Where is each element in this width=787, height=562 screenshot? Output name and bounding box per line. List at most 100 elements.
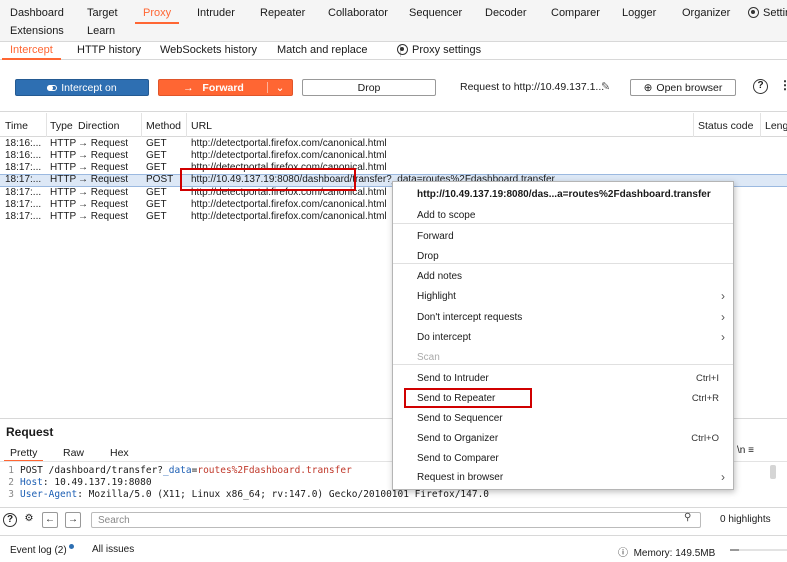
nav-tab-collaborator[interactable]: Collaborator xyxy=(328,7,388,19)
subtab-http-history[interactable]: HTTP history xyxy=(77,44,141,56)
open-browser-label: Open browser xyxy=(656,81,723,94)
subtab-intercept[interactable]: Intercept xyxy=(2,44,61,60)
nav-tab-learn[interactable]: Learn xyxy=(87,25,115,37)
forward-button[interactable]: → Forward ⌄ xyxy=(158,79,293,96)
intercept-toggle-button[interactable]: Intercept on xyxy=(15,79,149,96)
highlights-count: 0 highlights xyxy=(720,514,771,525)
cell-time: 18:16:... xyxy=(5,150,42,161)
arrow-right-icon: → xyxy=(183,81,194,94)
help-icon[interactable]: ? xyxy=(753,79,768,94)
header-length[interactable]: Length xyxy=(765,120,787,132)
request-line-3: 3 User-Agent: Mozilla/5.0 (X11; Linux x86… xyxy=(0,489,489,501)
drop-button[interactable]: Drop xyxy=(302,79,436,96)
editor-options-icons[interactable]: \n ≡ xyxy=(737,445,754,456)
header-key: Host xyxy=(20,477,43,488)
nav-tab-dashboard[interactable]: Dashboard xyxy=(10,7,64,19)
pencil-icon[interactable]: ✎ xyxy=(601,80,610,93)
header-direction[interactable]: Direction xyxy=(78,120,119,132)
cell-type: HTTP xyxy=(50,174,77,185)
menu-item-do-intercept[interactable]: Do intercept › xyxy=(393,328,733,348)
cell-type: HTTP xyxy=(50,138,77,149)
cell-direction: → Request xyxy=(78,138,129,149)
nav-tab-comparer[interactable]: Comparer xyxy=(551,7,600,19)
header-type[interactable]: Type xyxy=(50,120,73,132)
gear-icon xyxy=(748,7,759,18)
chevron-down-icon[interactable]: ⌄ xyxy=(268,82,292,94)
header-method[interactable]: Method xyxy=(146,120,181,132)
menu-item-highlight[interactable]: Highlight › xyxy=(393,287,733,307)
header-url[interactable]: URL xyxy=(191,120,212,132)
nav-tab-settings[interactable]: Settings xyxy=(748,7,787,19)
table-row[interactable]: 18:16:... HTTP → Request GET http://detectpo… xyxy=(0,138,787,150)
menu-item-request-in-browser[interactable]: Request in browser › xyxy=(393,468,733,488)
open-browser-button[interactable]: ⊕ Open browser xyxy=(630,79,736,96)
nav-tab-settings-label: Settings xyxy=(763,7,787,19)
menu-item-send-to-sequencer[interactable]: Send to Sequencer xyxy=(393,409,733,429)
menu-item-shortcut: Ctrl+R xyxy=(691,393,719,404)
all-issues-link[interactable]: All issues xyxy=(92,544,134,555)
query-param-value: routes%2Fdashboard.transfer xyxy=(197,465,352,476)
table-row[interactable]: 18:16:... HTTP → Request GET http://detectpo… xyxy=(0,150,787,162)
cell-method: GET xyxy=(146,138,167,149)
nav-tab-proxy[interactable]: Proxy xyxy=(134,7,180,24)
event-log-link[interactable]: Event log (2) xyxy=(10,544,74,556)
forward-label: Forward xyxy=(202,81,244,94)
menu-item-label: Don't intercept requests xyxy=(417,312,523,323)
search-input[interactable]: Search xyxy=(91,512,701,528)
cell-time: 18:17:... xyxy=(5,162,42,173)
editor-scrollbar[interactable] xyxy=(770,465,776,479)
cell-method: POST xyxy=(146,174,174,185)
nav-tab-target[interactable]: Target xyxy=(87,7,118,19)
tab-raw[interactable]: Raw xyxy=(63,447,84,459)
header-time[interactable]: Time xyxy=(5,120,28,132)
nav-tab-sequencer[interactable]: Sequencer xyxy=(409,7,462,19)
menu-item-forward[interactable]: Forward xyxy=(393,227,733,247)
cell-direction: → Request xyxy=(78,162,129,173)
event-log-label: Event log (2) xyxy=(10,545,67,556)
nav-tab-decoder[interactable]: Decoder xyxy=(485,7,527,19)
help-icon[interactable]: ? xyxy=(3,513,17,527)
nav-tab-logger[interactable]: Logger xyxy=(622,7,656,19)
nav-row-secondary: Extensions Learn xyxy=(0,24,787,42)
cell-time: 18:17:... xyxy=(5,174,42,185)
menu-item-add-to-scope[interactable]: Add to scope xyxy=(393,206,733,226)
nav-tab-extensions[interactable]: Extensions xyxy=(10,25,64,37)
cell-method: GET xyxy=(146,211,167,222)
query-param-name: _data xyxy=(163,465,192,476)
cell-direction: → Request xyxy=(78,211,129,222)
menu-item-label: Drop xyxy=(417,251,439,262)
menu-item-send-to-intruder[interactable]: Send to Intruder Ctrl+I xyxy=(393,369,733,389)
subtab-match-and-replace[interactable]: Match and replace xyxy=(277,44,368,56)
nav-tab-intruder[interactable]: Intruder xyxy=(197,7,235,19)
chevron-right-icon: › xyxy=(721,470,725,484)
nav-tab-organizer[interactable]: Organizer xyxy=(682,7,730,19)
forward-label-wrap: → Forward xyxy=(159,82,268,94)
header-value: Mozilla/5.0 (X11; Linux x86_64; rv:147.0… xyxy=(88,489,490,500)
cell-direction: → Request xyxy=(78,199,129,210)
nav-tab-repeater[interactable]: Repeater xyxy=(260,7,305,19)
menu-item-send-to-organizer[interactable]: Send to Organizer Ctrl+O xyxy=(393,429,733,449)
annotation-box-url xyxy=(180,168,356,191)
cell-type: HTTP xyxy=(50,187,77,198)
header-status-code[interactable]: Status code xyxy=(698,120,753,132)
menu-item-label: Send to Intruder xyxy=(417,373,489,384)
subtab-websockets-history[interactable]: WebSockets history xyxy=(160,44,257,56)
cell-type: HTTP xyxy=(50,162,77,173)
menu-item-send-to-comparer[interactable]: Send to Comparer xyxy=(393,449,733,469)
menu-item-drop[interactable]: Drop xyxy=(393,247,733,267)
cell-time: 18:16:... xyxy=(5,138,42,149)
cell-time: 18:17:... xyxy=(5,199,42,210)
arrow-right-icon[interactable]: → xyxy=(65,512,81,528)
tab-pretty[interactable]: Pretty xyxy=(3,447,44,462)
cell-method: GET xyxy=(146,150,167,161)
tab-hex[interactable]: Hex xyxy=(110,447,129,459)
table-row[interactable]: 18:17:... HTTP → Request GET http://detectpo… xyxy=(0,162,787,174)
gear-icon[interactable]: ⚙ xyxy=(22,513,36,527)
more-options-icon[interactable]: ⋮ xyxy=(779,78,787,92)
arrow-left-icon[interactable]: ← xyxy=(42,512,58,528)
menu-item-add-notes[interactable]: Add notes xyxy=(393,267,733,287)
info-icon: ⓘ xyxy=(618,548,628,559)
menu-item-don-t-intercept-requests[interactable]: Don't intercept requests › xyxy=(393,308,733,328)
cell-url: http://detectportal.firefox.com/canonica… xyxy=(191,138,387,149)
proxy-settings-button[interactable]: Proxy settings xyxy=(397,44,481,56)
